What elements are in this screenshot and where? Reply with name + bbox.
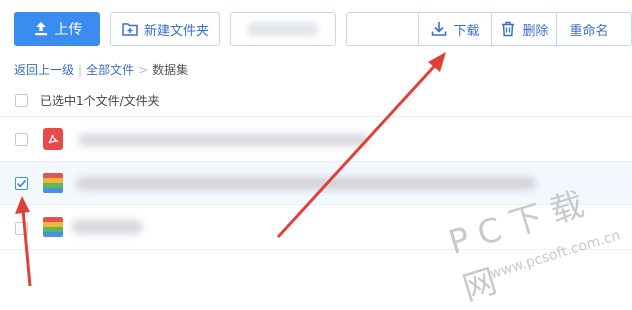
arrow-to-checkbox [15, 196, 32, 287]
arrow-to-download [276, 52, 446, 239]
